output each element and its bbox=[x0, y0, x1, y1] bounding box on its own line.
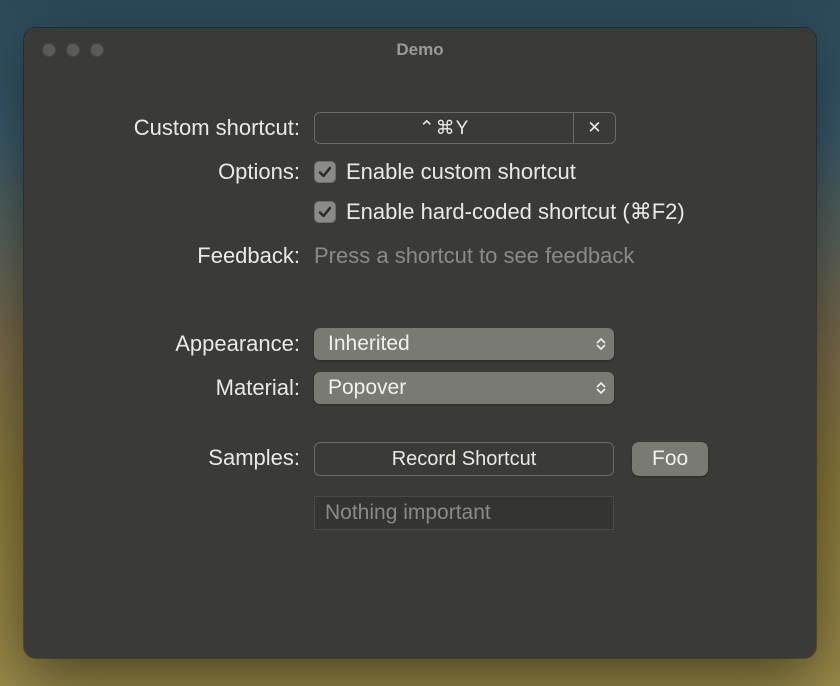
samples-text-input[interactable] bbox=[314, 496, 614, 530]
label-custom-shortcut: Custom shortcut: bbox=[24, 112, 314, 144]
shortcut-recorder: ⌃⌘Y ✕ bbox=[314, 112, 776, 144]
feedback-text: Press a shortcut to see feedback bbox=[314, 240, 776, 272]
checkmark-icon bbox=[317, 204, 333, 220]
row-material: Material: Popover bbox=[24, 372, 776, 404]
label-enable-hardcoded: Enable hard-coded shortcut (⌘F2) bbox=[346, 199, 685, 225]
close-icon: ✕ bbox=[587, 118, 601, 138]
material-popup[interactable]: Popover bbox=[314, 372, 614, 404]
label-material: Material: bbox=[24, 372, 314, 404]
traffic-lights bbox=[24, 43, 104, 57]
checkmark-icon bbox=[317, 164, 333, 180]
label-samples: Samples: bbox=[24, 442, 314, 474]
row-feedback: Feedback: Press a shortcut to see feedba… bbox=[24, 240, 776, 272]
label-feedback: Feedback: bbox=[24, 240, 314, 272]
chevron-up-down-icon bbox=[596, 382, 606, 394]
shortcut-display[interactable]: ⌃⌘Y bbox=[314, 112, 574, 144]
record-shortcut-button[interactable]: Record Shortcut bbox=[314, 442, 614, 476]
row-samples: Samples: Record Shortcut Foo bbox=[24, 442, 776, 530]
chevron-up-down-icon bbox=[596, 338, 606, 350]
window-title: Demo bbox=[24, 40, 816, 60]
row-options: Options: Enable custom shortcut Enable h… bbox=[24, 156, 776, 228]
label-enable-custom: Enable custom shortcut bbox=[346, 159, 576, 185]
checkbox-enable-hardcoded[interactable] bbox=[314, 201, 336, 223]
label-appearance: Appearance: bbox=[24, 328, 314, 360]
label-options: Options: bbox=[24, 156, 314, 188]
shortcut-clear-button[interactable]: ✕ bbox=[574, 112, 616, 144]
appearance-popup[interactable]: Inherited bbox=[314, 328, 614, 360]
window-content: Custom shortcut: ⌃⌘Y ✕ Options: Enable c… bbox=[24, 72, 816, 582]
option-enable-hardcoded: Enable hard-coded shortcut (⌘F2) bbox=[314, 196, 776, 228]
window: Demo Custom shortcut: ⌃⌘Y ✕ Options: bbox=[24, 28, 816, 658]
row-appearance: Appearance: Inherited bbox=[24, 328, 776, 360]
titlebar: Demo bbox=[24, 28, 816, 72]
close-button[interactable] bbox=[42, 43, 56, 57]
zoom-button[interactable] bbox=[90, 43, 104, 57]
appearance-value: Inherited bbox=[328, 332, 410, 356]
minimize-button[interactable] bbox=[66, 43, 80, 57]
option-enable-custom: Enable custom shortcut bbox=[314, 156, 776, 188]
foo-button[interactable]: Foo bbox=[632, 442, 708, 476]
checkbox-enable-custom[interactable] bbox=[314, 161, 336, 183]
row-custom-shortcut: Custom shortcut: ⌃⌘Y ✕ bbox=[24, 112, 776, 144]
material-value: Popover bbox=[328, 376, 406, 400]
